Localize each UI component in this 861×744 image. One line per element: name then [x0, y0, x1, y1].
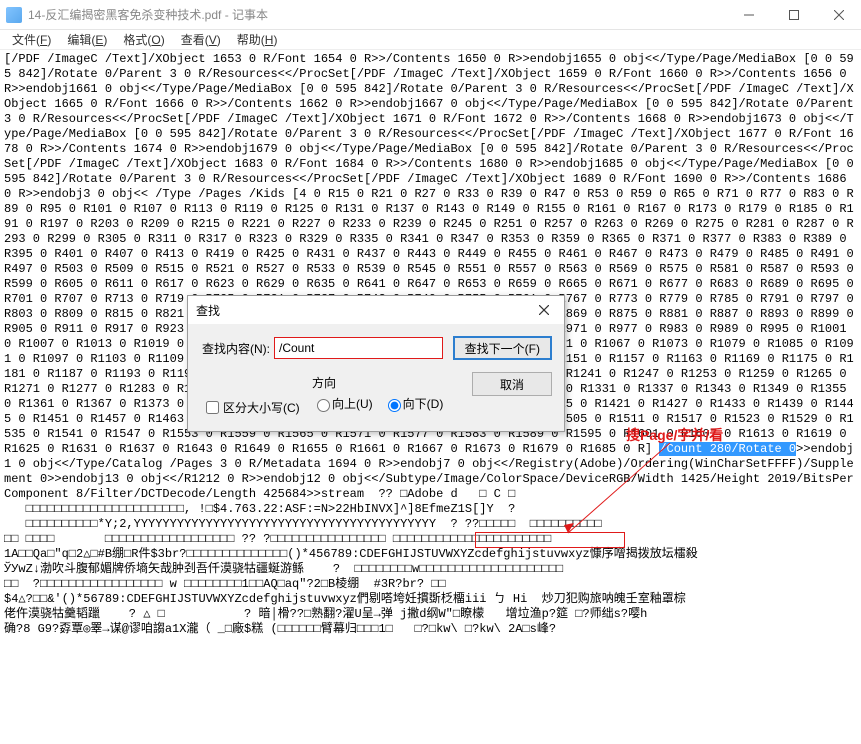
- direction-group: 方向 向上(U) 向下(D): [312, 370, 462, 412]
- find-dialog: 查找 查找内容(N): 查找下一个(F) 区分大小写(C) 方向 向上(U) 向…: [187, 295, 565, 432]
- maximize-icon: [789, 10, 799, 20]
- direction-down-radio[interactable]: [388, 399, 401, 412]
- find-dialog-titlebar[interactable]: 查找: [188, 296, 564, 324]
- direction-down-option[interactable]: 向下(D): [383, 395, 444, 412]
- window-title: 14-反汇编揭密黑客免杀变种技术.pdf - 记事本: [28, 6, 268, 23]
- maximize-button[interactable]: [771, 0, 816, 30]
- menubar: 文件(F) 编辑(E) 格式(O) 查看(V) 帮助(H): [0, 30, 861, 50]
- menu-view[interactable]: 查看(V): [173, 29, 229, 50]
- direction-label: 方向: [312, 374, 462, 391]
- close-icon: [539, 305, 549, 315]
- find-dialog-title: 查找: [196, 302, 220, 319]
- close-icon: [834, 10, 844, 20]
- window-controls: [726, 0, 861, 30]
- match-case-input[interactable]: [206, 401, 219, 414]
- minimize-icon: [744, 10, 754, 20]
- body-text-post: >>endobj1 0 obj<</Type/Catalog /Pages 3 …: [4, 442, 854, 636]
- menu-help[interactable]: 帮助(H): [229, 29, 286, 50]
- menu-format[interactable]: 格式(O): [115, 29, 172, 50]
- find-next-button[interactable]: 查找下一个(F): [453, 336, 552, 360]
- direction-up-option[interactable]: 向上(U): [312, 395, 373, 412]
- match-case-label: 区分大小写(C): [223, 399, 300, 416]
- menu-edit[interactable]: 编辑(E): [59, 29, 115, 50]
- match-case-checkbox[interactable]: 区分大小写(C): [202, 398, 312, 417]
- menu-file[interactable]: 文件(F): [4, 29, 59, 50]
- find-dialog-close-button[interactable]: [532, 300, 556, 320]
- close-button[interactable]: [816, 0, 861, 30]
- direction-up-radio[interactable]: [317, 399, 330, 412]
- minimize-button[interactable]: [726, 0, 771, 30]
- cancel-button[interactable]: 取消: [472, 372, 552, 396]
- selected-text: /Count 280/Rotate 0: [659, 442, 796, 456]
- notepad-icon: [6, 7, 22, 23]
- window-titlebar: 14-反汇编揭密黑客免杀变种技术.pdf - 记事本: [0, 0, 861, 30]
- find-dialog-body: 查找内容(N): 查找下一个(F) 区分大小写(C) 方向 向上(U) 向下(D…: [188, 324, 564, 431]
- find-what-label: 查找内容(N):: [202, 340, 270, 357]
- find-input[interactable]: [274, 337, 443, 359]
